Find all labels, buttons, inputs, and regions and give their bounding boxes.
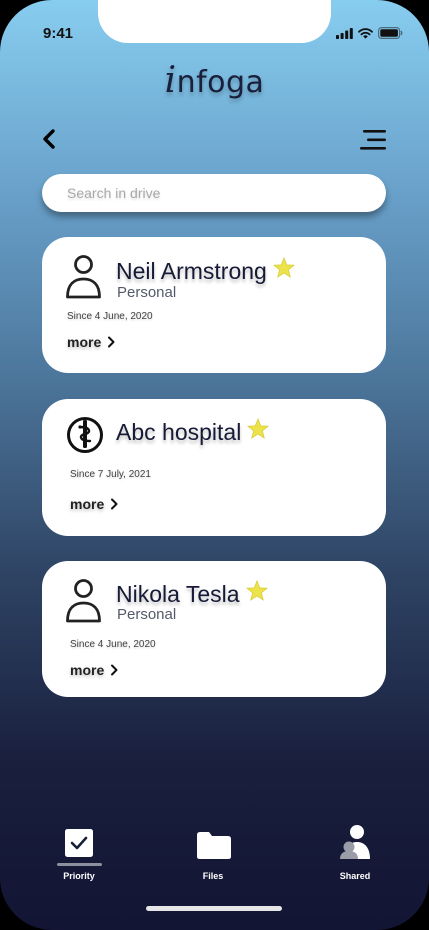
contact-card-neil-armstrong[interactable]: Neil Armstrong Personal Since 4 June, 20… [42, 237, 386, 373]
more-button[interactable]: more [70, 662, 118, 678]
medical-icon [67, 417, 103, 453]
star-icon[interactable] [245, 579, 268, 607]
phone-screen: 9:41 infoga Search in drive Neil Armstro… [0, 0, 429, 930]
chevron-right-icon [111, 664, 118, 676]
tab-priority[interactable]: Priority [52, 828, 106, 884]
contact-since: Since 7 July, 2021 [70, 469, 151, 480]
home-indicator [146, 906, 282, 911]
more-button[interactable]: more [70, 496, 118, 512]
search-bar [42, 174, 386, 212]
star-icon[interactable] [272, 256, 295, 284]
back-button[interactable] [38, 126, 62, 152]
tab-label: Files [202, 871, 224, 881]
contact-name: Nikola Tesla [116, 579, 268, 608]
status-time: 9:41 [43, 25, 74, 42]
contact-card-abc-hospital[interactable]: Abc hospital Since 7 July, 2021 more [42, 399, 386, 536]
signal-icon [336, 27, 353, 39]
contact-type: Personal [117, 606, 177, 623]
contact-since: Since 4 June, 2020 [67, 311, 153, 322]
checkbox-icon [65, 829, 93, 857]
users-icon [340, 825, 370, 859]
contact-name-text: Nikola Tesla [116, 581, 240, 607]
more-label: more [70, 662, 105, 678]
contact-since: Since 4 June, 2020 [70, 639, 156, 650]
chevron-right-icon [111, 498, 118, 510]
folder-icon [197, 832, 231, 859]
wifi-icon [358, 27, 373, 39]
active-tab-indicator [57, 863, 102, 866]
person-icon [66, 255, 101, 299]
logo-mark: i [164, 60, 177, 101]
contact-type: Personal [117, 284, 177, 301]
chevron-right-icon [108, 336, 115, 348]
more-button[interactable]: more [67, 334, 115, 350]
battery-icon [378, 27, 403, 39]
star-icon[interactable] [247, 417, 270, 445]
status-icons [336, 27, 403, 39]
app-logo: infoga [0, 60, 429, 101]
contact-name-text: Neil Armstrong [116, 258, 267, 284]
chevron-left-icon [43, 129, 55, 149]
menu-button[interactable] [358, 129, 388, 151]
logo-text: nfoga [176, 65, 265, 100]
more-label: more [67, 334, 102, 350]
tab-label: Shared [339, 871, 371, 881]
contact-name: Abc hospital [116, 417, 270, 446]
tab-files[interactable]: Files [188, 828, 238, 884]
search-input[interactable] [67, 185, 368, 201]
tab-label: Priority [63, 871, 95, 881]
notch [98, 0, 331, 43]
tab-shared[interactable]: Shared [330, 823, 380, 884]
person-icon [66, 579, 101, 623]
contact-card-nikola-tesla[interactable]: Nikola Tesla Personal Since 4 June, 2020… [42, 561, 386, 697]
contact-name: Neil Armstrong [116, 256, 295, 285]
more-label: more [70, 496, 105, 512]
contact-name-text: Abc hospital [116, 419, 242, 445]
menu-icon [360, 130, 386, 150]
